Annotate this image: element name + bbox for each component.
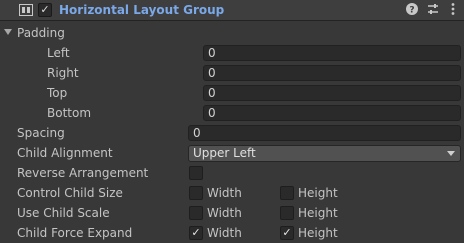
reverse-arrangement-checkbox[interactable]: [189, 166, 203, 180]
use-child-scale-label: Use Child Scale: [17, 206, 110, 220]
child-force-expand-width-checkbox[interactable]: ✓: [189, 226, 203, 240]
child-alignment-value: Upper Left: [193, 146, 256, 160]
child-force-expand-label: Child Force Expand: [17, 226, 133, 240]
child-force-expand-height-checkbox[interactable]: ✓: [280, 226, 294, 240]
use-child-scale-height-checkbox[interactable]: [280, 206, 294, 220]
control-child-size-height-checkbox[interactable]: [280, 186, 294, 200]
component-header[interactable]: ✓ Horizontal Layout Group ?: [0, 0, 464, 21]
control-child-size-height-label: Height: [298, 186, 338, 200]
control-child-size-label: Control Child Size: [17, 186, 123, 200]
padding-top-field[interactable]: 0: [203, 85, 461, 101]
use-child-scale-height-label: Height: [298, 206, 338, 220]
padding-foldout-arrow-icon[interactable]: [4, 29, 12, 35]
use-child-scale-width-checkbox[interactable]: [189, 206, 203, 220]
padding-bottom-field[interactable]: 0: [203, 105, 461, 121]
inspector-panel: ✓ Horizontal Layout Group ? Padding Left…: [0, 0, 464, 243]
reverse-arrangement-label: Reverse Arrangement: [17, 166, 149, 180]
spacing-field[interactable]: 0: [188, 125, 461, 141]
padding-top-label: Top: [47, 86, 68, 100]
spacing-label: Spacing: [17, 126, 65, 140]
component-title[interactable]: Horizontal Layout Group: [59, 2, 224, 18]
padding-left-field[interactable]: 0: [203, 45, 461, 61]
control-child-size-width-label: Width: [207, 186, 242, 200]
component-enabled-checkbox[interactable]: ✓: [38, 3, 52, 17]
help-icon[interactable]: ?: [405, 2, 419, 16]
child-force-expand-height-label: Height: [298, 226, 338, 240]
padding-right-label: Right: [47, 66, 79, 80]
layout-group-icon: [19, 4, 33, 16]
more-icon[interactable]: [446, 2, 460, 16]
svg-text:?: ?: [409, 6, 414, 16]
child-force-expand-width-label: Width: [207, 226, 242, 240]
dropdown-arrow-icon: [447, 151, 455, 156]
child-alignment-label: Child Alignment: [17, 146, 113, 160]
padding-label[interactable]: Padding: [17, 25, 65, 41]
preset-icon[interactable]: [426, 2, 440, 16]
control-child-size-width-checkbox[interactable]: [189, 186, 203, 200]
child-alignment-dropdown[interactable]: Upper Left: [188, 145, 461, 162]
padding-right-field[interactable]: 0: [203, 65, 461, 81]
use-child-scale-width-label: Width: [207, 206, 242, 220]
padding-left-label: Left: [47, 46, 70, 60]
padding-bottom-label: Bottom: [47, 106, 92, 120]
